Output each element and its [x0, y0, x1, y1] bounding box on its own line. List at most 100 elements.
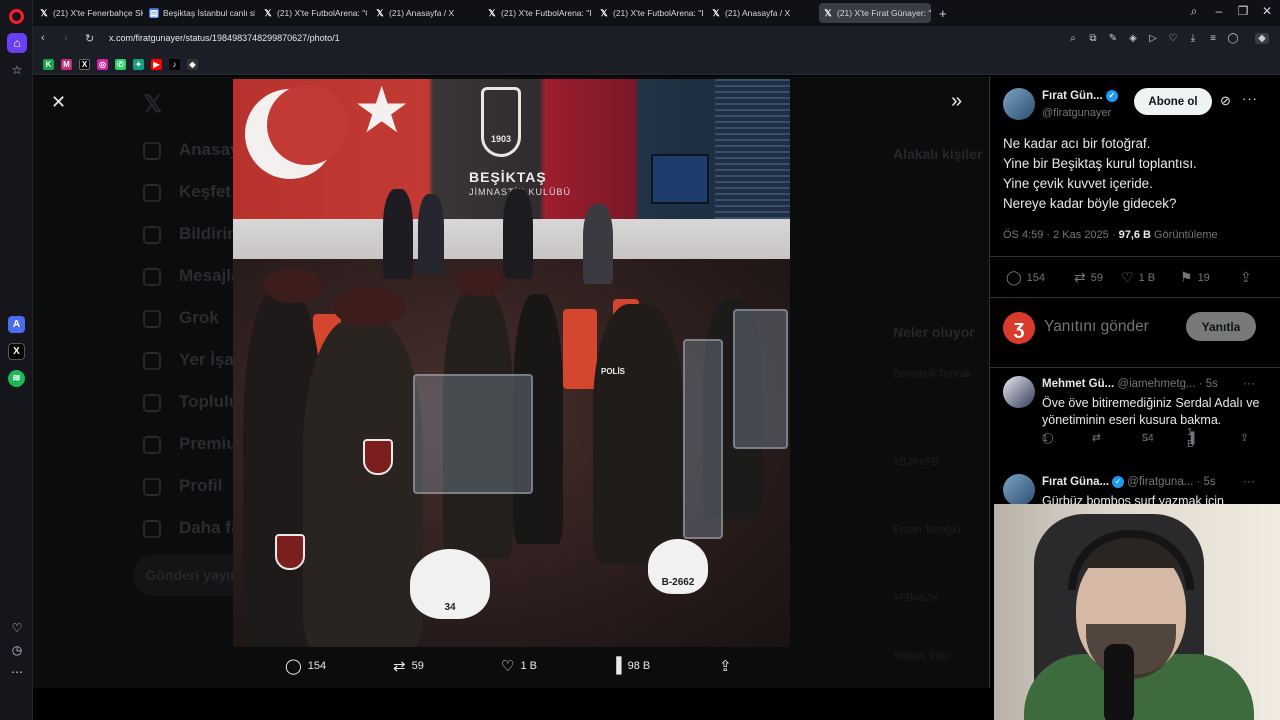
browser-tab-active[interactable]: 𝕏 (21) X'te Fırat Günayer: "N: [819, 3, 931, 23]
diamond-icon[interactable]: ◆: [187, 59, 198, 70]
riot-shield: [413, 374, 533, 494]
tab-label: (21) Anasayfa / X: [725, 8, 791, 18]
reply-handle[interactable]: @firatguna...: [1127, 476, 1193, 488]
webcam-overlay: [994, 504, 1280, 720]
browser-tab[interactable]: ▤ Beşiktaş İstanbul canlı skor: [145, 3, 255, 23]
author-name[interactable]: Fırat Gün... ✓: [1042, 90, 1118, 102]
photo-person: [503, 189, 533, 279]
user-avatar[interactable]: ʒ: [1003, 312, 1035, 344]
reply-icon: ◯: [1006, 269, 1022, 285]
browser-tab[interactable]: 𝕏 (21) X'te FutbolArena: "Fe: [483, 3, 591, 23]
bg-nav-icon: [143, 478, 161, 496]
search-icon[interactable]: ⌕: [1066, 33, 1080, 44]
new-tab-button[interactable]: +: [935, 3, 951, 23]
reply-avatar[interactable]: [1003, 474, 1035, 506]
close-window-icon[interactable]: ✕: [1258, 4, 1276, 18]
bg-nav-icon: [143, 226, 161, 244]
more-options-icon[interactable]: ···: [1243, 474, 1255, 488]
club-name: BEŞİKTAŞ: [469, 169, 547, 185]
author-avatar[interactable]: [1003, 88, 1035, 120]
browser-tab[interactable]: 𝕏 (21) X'te FutbolArena: "Be: [595, 3, 703, 23]
reply-button[interactable]: Yanıtla: [1186, 312, 1256, 341]
shield-icon[interactable]: ◈: [1126, 33, 1140, 44]
photo-share-stat[interactable]: ⇪: [719, 657, 732, 675]
views-count: 98 B: [627, 659, 651, 672]
bg-nav-item: Grok: [179, 308, 219, 327]
like-action[interactable]: ♡ 1 B: [1121, 269, 1155, 286]
kick-icon[interactable]: K: [43, 59, 54, 70]
x-app-icon[interactable]: X: [8, 343, 25, 360]
more-icon[interactable]: ⋯: [7, 662, 27, 682]
url-field[interactable]: x.com/firatgunayer/status/19849837482998…: [109, 33, 340, 43]
reply-avatar[interactable]: [1003, 376, 1035, 408]
follow-button[interactable]: Abone ol: [1134, 88, 1212, 115]
play-icon[interactable]: ▷: [1146, 33, 1160, 44]
reload-icon[interactable]: ↻: [85, 32, 94, 45]
reply-name[interactable]: Mehmet Gü...: [1042, 378, 1114, 390]
whatsapp-icon[interactable]: ✆: [115, 59, 126, 70]
author-handle[interactable]: @firatgunayer: [1042, 107, 1111, 119]
grok-icon[interactable]: ⊘: [1220, 93, 1231, 109]
history-icon[interactable]: ◷: [7, 640, 27, 660]
tiktok-icon[interactable]: ♪: [169, 59, 180, 70]
browser-tab[interactable]: 𝕏 (21) Anasayfa / X: [371, 3, 479, 23]
reply-handle[interactable]: @iamehmetg...: [1117, 378, 1195, 390]
chatgpt-icon[interactable]: ✦: [133, 59, 144, 70]
star-icon[interactable]: ☆: [7, 60, 27, 80]
gmail-icon[interactable]: M: [61, 59, 72, 70]
reply-header: Fırat Güna... ✓ @firatguna... · 5s: [1042, 476, 1216, 488]
x-icon: 𝕏: [264, 7, 272, 18]
club-crest: 1903: [481, 87, 521, 157]
extensions-icon[interactable]: ◆: [1255, 33, 1269, 44]
opera-logo-icon[interactable]: [9, 9, 24, 24]
bookmark-action[interactable]: ⚑ 19: [1180, 269, 1210, 286]
bg-nav-icon: [143, 520, 161, 538]
youtube-icon[interactable]: ▶: [151, 59, 162, 70]
browser-tab[interactable]: 𝕏 (21) X'te Fenerbahçe SK: ": [35, 3, 143, 23]
tweet-meta: ÖS 4:59 · 2 Kas 2025 · 97,6 B Görüntülem…: [1003, 229, 1218, 241]
reply-item[interactable]: Mehmet Gü... @iamehmetg... · 5s ··· Öve …: [990, 376, 1280, 466]
photo-views-stat[interactable]: ▐ 98 B: [611, 657, 650, 674]
photo-reply-stat[interactable]: ◯ 154: [285, 657, 326, 675]
reply-action[interactable]: ◯ 154: [1006, 269, 1045, 286]
search-tabs-icon[interactable]: ⌕: [1185, 4, 1203, 19]
back-icon[interactable]: ‹: [41, 32, 45, 44]
maximize-icon[interactable]: ❐: [1234, 4, 1252, 18]
more-options-icon[interactable]: ···: [1242, 91, 1258, 106]
x-icon: 𝕏: [600, 7, 608, 18]
share-action[interactable]: ⇪: [1240, 269, 1252, 286]
photo-like-stat[interactable]: ♡ 1 B: [501, 657, 537, 675]
heart-icon[interactable]: ♡: [7, 618, 27, 638]
tab-label: (21) X'te FutbolArena: "Fe: [501, 8, 591, 18]
collapse-panel-icon[interactable]: »: [951, 90, 962, 113]
plus-icon: +: [939, 5, 947, 21]
minimize-icon[interactable]: –: [1210, 4, 1228, 18]
close-photo-icon[interactable]: ✕: [51, 92, 66, 113]
aria-icon[interactable]: A: [8, 316, 25, 333]
reply-input[interactable]: Yanıtını gönder: [1044, 318, 1149, 336]
x-icon: 𝕏: [824, 7, 832, 18]
edit-icon[interactable]: ✎: [1106, 33, 1120, 44]
home-icon[interactable]: ⌂: [7, 33, 27, 53]
download-icon[interactable]: ⤓: [1186, 33, 1200, 44]
reply-name[interactable]: Fırat Güna...: [1042, 476, 1109, 488]
tweet-photo[interactable]: ★ 1903 BEŞİKTAŞ JİMNASTİK KULÜBÜ POLİS 3…: [233, 79, 790, 647]
x-bookmark-icon[interactable]: X: [79, 59, 90, 70]
browser-tab[interactable]: 𝕏 (21) X'te FutbolArena: "Or: [259, 3, 367, 23]
tweet-time[interactable]: ÖS 4:59 · 2 Kas 2025 ·: [1003, 229, 1119, 241]
reply-composer: ʒ Yanıtını gönder Yanıtla: [990, 298, 1280, 368]
photo-person: [383, 189, 413, 279]
photo-repost-stat[interactable]: ⇄ 59: [393, 657, 424, 675]
spotify-icon[interactable]: ≋: [8, 370, 25, 387]
more-options-icon[interactable]: ···: [1243, 376, 1255, 390]
helmet-number: B-2662: [661, 577, 695, 588]
forward-icon[interactable]: ›: [64, 32, 68, 44]
heart-icon[interactable]: ♡: [1166, 33, 1180, 44]
instagram-icon[interactable]: ◎: [97, 59, 108, 70]
browser-tab[interactable]: 𝕏 (21) Anasayfa / X: [707, 3, 815, 23]
snapshot-icon[interactable]: ⧉: [1086, 33, 1100, 44]
repost-action[interactable]: ⇄ 59: [1074, 269, 1103, 286]
menu-icon[interactable]: ≡: [1206, 33, 1220, 44]
tweet-line: Ne kadar acı bir fotoğraf.: [1003, 136, 1151, 151]
profile-icon[interactable]: ◯: [1226, 33, 1240, 44]
